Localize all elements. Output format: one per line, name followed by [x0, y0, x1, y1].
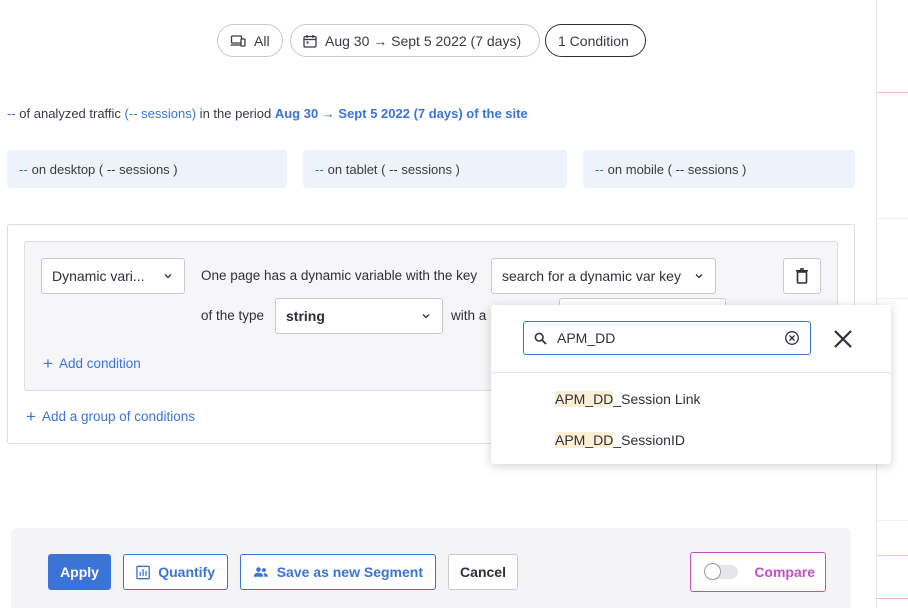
dynamic-key-dropdown: APM_DD_Session Link APM_DD_SessionID [491, 305, 891, 464]
dynamic-key-search-input[interactable] [557, 330, 774, 346]
summary-sessions: (-- sessions) [124, 106, 197, 121]
summary-text-period: in the period [196, 106, 275, 121]
calendar-icon [303, 34, 317, 48]
search-icon [534, 332, 547, 345]
clear-search-icon[interactable] [784, 330, 800, 346]
summary-percentage: -- [7, 106, 16, 121]
desktop-label: on desktop ( -- sessions ) [31, 161, 178, 177]
delete-condition-button[interactable] [783, 258, 821, 294]
save-segment-button[interactable]: Save as new Segment [240, 554, 436, 590]
dynamic-key-search-field[interactable] [523, 321, 811, 355]
type-select[interactable]: string [275, 298, 443, 334]
chevron-down-icon [695, 274, 703, 279]
right-panel-edge [876, 0, 908, 608]
quantify-label: Quantify [158, 564, 215, 580]
condition-type-text: of the type [201, 308, 265, 323]
cancel-button[interactable]: Cancel [448, 554, 518, 590]
conditions-label: 1 Condition [558, 32, 629, 49]
dropdown-divider [491, 372, 891, 373]
compare-label: Compare [754, 564, 815, 580]
summary-text: of analyzed traffic [15, 106, 125, 121]
apply-label: Apply [60, 564, 99, 580]
tablet-label: on tablet ( -- sessions ) [327, 161, 460, 177]
option-label-rest: _Session Link [613, 391, 701, 407]
desktop-percentage: -- [19, 161, 28, 177]
chart-line-red [877, 92, 908, 93]
dynamic-key-select-value: search for a dynamic var key [502, 268, 681, 284]
device-filter-button[interactable]: All [217, 24, 283, 57]
close-icon[interactable] [831, 327, 855, 351]
add-group-label: Add a group of conditions [41, 409, 196, 424]
condition-key-text: One page has a dynamic variable with the… [201, 268, 478, 283]
chart-line-red [877, 598, 908, 599]
chevron-down-icon [164, 274, 172, 279]
condition-with-text: with a [451, 308, 487, 323]
dynamic-key-select[interactable]: search for a dynamic var key [491, 258, 716, 294]
device-filter-label: All [254, 32, 270, 49]
chart-line-yellow [877, 555, 908, 556]
conditions-button[interactable]: 1 Condition [545, 24, 646, 57]
tablet-percentage: -- [315, 161, 324, 177]
summary-period: Aug 30 → Sept 5 2022 (7 days) of the sit… [274, 106, 528, 121]
mobile-label: on mobile ( -- sessions ) [607, 161, 747, 177]
mobile-traffic-card: -- on mobile ( -- sessions ) [583, 150, 855, 188]
devices-icon [230, 34, 246, 47]
criteria-select-value: Dynamic vari... [52, 268, 145, 284]
option-match-highlight: APM_DD [555, 391, 614, 407]
add-condition-label: Add condition [58, 356, 141, 371]
users-icon [253, 567, 268, 577]
option-label-rest: _SessionID [613, 432, 685, 448]
apply-button[interactable]: Apply [48, 554, 111, 590]
cancel-label: Cancel [460, 564, 506, 580]
chart-gridline [877, 520, 908, 521]
quantify-button[interactable]: Quantify [123, 554, 228, 590]
criteria-select[interactable]: Dynamic vari... [41, 258, 185, 294]
desktop-traffic-card: -- on desktop ( -- sessions ) [7, 150, 287, 188]
mobile-percentage: -- [595, 161, 604, 177]
traffic-summary: -- of analyzed traffic (-- sessions) in … [7, 106, 528, 121]
chart-gridline [877, 218, 908, 219]
chart-icon [136, 565, 150, 579]
plus-icon: + [43, 354, 53, 373]
date-range-label: Aug 30 → Sept 5 2022 (7 days) [325, 32, 522, 49]
date-range-button[interactable]: Aug 30 → Sept 5 2022 (7 days) [290, 24, 540, 57]
add-condition-link[interactable]: + Add condition [43, 355, 141, 372]
plus-icon: + [26, 407, 36, 426]
save-segment-label: Save as new Segment [276, 564, 423, 580]
trash-icon [796, 268, 808, 284]
chart-gridline [877, 298, 908, 299]
compare-button[interactable]: Compare [690, 552, 826, 592]
compare-toggle[interactable] [704, 563, 739, 580]
add-group-link[interactable]: + Add a group of conditions [26, 408, 195, 425]
tablet-traffic-card: -- on tablet ( -- sessions ) [303, 150, 567, 188]
dropdown-option[interactable]: APM_DD_Session Link [555, 391, 701, 407]
type-select-value: string [286, 308, 325, 324]
chevron-down-icon [422, 314, 430, 319]
toggle-knob [704, 563, 722, 580]
option-match-highlight: APM_DD [555, 432, 614, 448]
dropdown-option[interactable]: APM_DD_SessionID [555, 432, 685, 448]
